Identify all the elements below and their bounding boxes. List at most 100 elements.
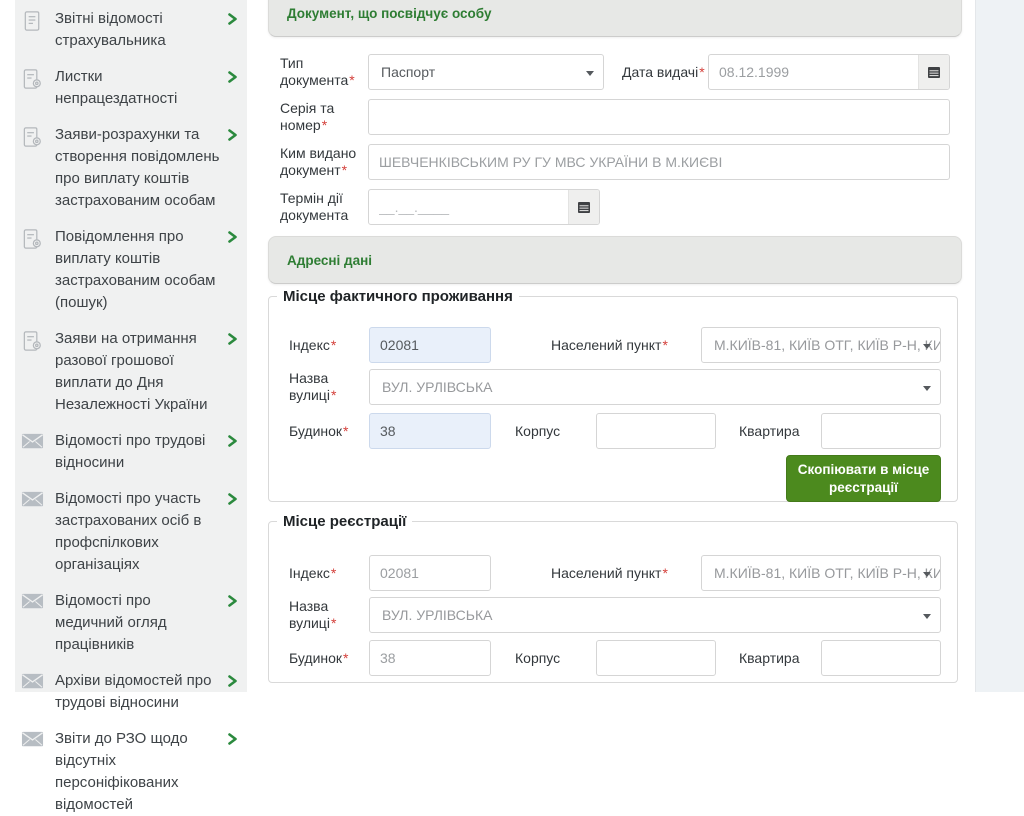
envelope-icon — [21, 431, 44, 455]
required-marker: * — [343, 423, 348, 439]
registration-street-value: ВУЛ. УРЛІВСЬКА — [382, 607, 492, 623]
calendar-icon[interactable] — [918, 55, 949, 89]
issue-date-input[interactable] — [709, 55, 918, 89]
document-gear-icon — [21, 329, 44, 353]
document-gear-icon — [21, 227, 44, 251]
sidebar-item-label: Заяви на отримання разової грошової випл… — [55, 328, 222, 416]
chevron-right-icon — [226, 491, 239, 507]
sidebar-item-rzo-missing-reports[interactable]: Звіти до РЗО щодо відсутніх персоніфіков… — [15, 728, 247, 816]
envelope-icon — [21, 591, 44, 615]
index-label: Індекс* — [289, 337, 369, 354]
chevron-right-icon — [226, 11, 239, 27]
registration-street-select[interactable]: ВУЛ. УРЛІВСЬКА — [369, 597, 941, 633]
residence-settlement-select[interactable]: М.КИЇВ-81, КИЇВ ОТГ, КИЇВ Р-Н, КИЇВ ОБЛ — [701, 327, 941, 363]
required-marker: * — [331, 565, 336, 581]
page-background — [975, 0, 1024, 692]
chevron-right-icon — [226, 127, 239, 143]
main-form: Документ, що посвідчує особу Тип докумен… — [268, 0, 962, 692]
sidebar-item-sick-leaves[interactable]: Листки непрацездатності — [15, 66, 247, 110]
validity-label: Термін дії документа — [280, 190, 368, 224]
calendar-icon[interactable] — [568, 190, 599, 224]
residence-building-input[interactable] — [369, 413, 491, 449]
section-title: Адресні дані — [287, 253, 372, 268]
doc-type-label: Тип документа* — [280, 55, 368, 89]
building-label: Будинок* — [289, 650, 369, 667]
residence-street-value: ВУЛ. УРЛІВСЬКА — [382, 379, 492, 395]
registration-apartment-input[interactable] — [821, 640, 941, 676]
chevron-right-icon — [226, 593, 239, 609]
chevron-right-icon — [226, 69, 239, 85]
block-label: Корпус — [515, 650, 596, 667]
section-header-identity-document: Документ, що посвідчує особу — [268, 0, 962, 37]
section-title: Документ, що посвідчує особу — [287, 6, 491, 21]
apartment-label: Квартира — [739, 423, 821, 440]
block-label: Корпус — [515, 423, 596, 440]
envelope-icon — [21, 729, 44, 753]
chevron-right-icon — [226, 229, 239, 245]
chevron-down-icon — [923, 614, 931, 619]
settlement-label: Населений пункт* — [551, 337, 701, 354]
residence-block-input[interactable] — [596, 413, 716, 449]
residence-legend: Місце фактичного проживання — [277, 288, 519, 305]
sidebar-item-label: Архіви відомостей про трудові відносини — [55, 670, 222, 714]
series-number-label: Серія та номер* — [280, 100, 368, 134]
building-label: Будинок* — [289, 423, 369, 440]
required-marker: * — [331, 387, 336, 403]
chevron-right-icon — [226, 433, 239, 449]
registration-settlement-value: М.КИЇВ-81, КИЇВ ОТГ, КИЇВ Р-Н, КИЇВ ОБЛ — [714, 565, 941, 581]
chevron-down-icon — [923, 344, 931, 349]
residence-street-select[interactable]: ВУЛ. УРЛІВСЬКА — [369, 369, 941, 405]
sidebar-item-label: Звіти до РЗО щодо відсутніх персоніфіков… — [55, 728, 222, 816]
registration-legend: Місце реєстрації — [277, 513, 412, 530]
required-marker: * — [331, 337, 336, 353]
chevron-right-icon — [226, 331, 239, 347]
required-marker: * — [331, 615, 336, 631]
required-marker: * — [343, 650, 348, 666]
registration-settlement-select[interactable]: М.КИЇВ-81, КИЇВ ОТГ, КИЇВ Р-Н, КИЇВ ОБЛ — [701, 555, 941, 591]
issued-by-label: Ким видано документ* — [280, 145, 368, 179]
envelope-icon — [21, 489, 44, 513]
section-header-address-data: Адресні дані — [268, 236, 962, 284]
doc-type-select[interactable]: Паспорт — [368, 54, 604, 90]
registration-building-input[interactable] — [369, 640, 491, 676]
document-gear-icon — [21, 125, 44, 149]
chevron-down-icon — [586, 71, 594, 76]
required-marker: * — [662, 337, 667, 353]
chevron-right-icon — [226, 731, 239, 747]
sidebar-item-payment-applications[interactable]: Заяви-розрахунки та створення повідомлен… — [15, 124, 247, 212]
sidebar-item-labor-relations-info[interactable]: Відомості про трудові відносини — [15, 430, 247, 474]
residence-index-input[interactable] — [369, 327, 491, 363]
doc-type-value: Паспорт — [381, 64, 435, 80]
document-gear-icon — [21, 67, 44, 91]
registration-fieldset: Місце реєстрації Індекс* Населений пункт… — [268, 513, 958, 683]
issued-by-input[interactable] — [368, 144, 950, 180]
validity-input[interactable] — [369, 190, 568, 224]
required-marker: * — [349, 72, 354, 88]
sidebar-item-union-participation-info[interactable]: Відомості про участь застрахованих осіб … — [15, 488, 247, 576]
sidebar-item-label: Відомості про участь застрахованих осіб … — [55, 488, 222, 576]
chevron-down-icon — [923, 572, 931, 577]
sidebar-item-reporting-info[interactable]: Звітні відомості страхувальника — [15, 8, 247, 52]
sidebar-item-independence-day-payment[interactable]: Заяви на отримання разової грошової випл… — [15, 328, 247, 416]
sidebar-item-label: Заяви-розрахунки та створення повідомлен… — [55, 124, 222, 212]
series-number-input[interactable] — [368, 99, 950, 135]
sidebar-item-label: Звітні відомості страхувальника — [55, 8, 222, 52]
sidebar-item-label: Відомості про медичний огляд працівників — [55, 590, 222, 656]
sidebar-item-label: Листки непрацездатності — [55, 66, 222, 110]
chevron-right-icon — [226, 673, 239, 689]
registration-index-input[interactable] — [369, 555, 491, 591]
residence-apartment-input[interactable] — [821, 413, 941, 449]
street-label: Назва вулиці* — [289, 598, 369, 632]
sidebar-menu: Звітні відомості страхувальника Листки н… — [15, 0, 247, 692]
required-marker: * — [699, 64, 704, 80]
sidebar-item-label: Відомості про трудові відносини — [55, 430, 222, 474]
sidebar-item-medical-examination-info[interactable]: Відомості про медичний огляд працівників — [15, 590, 247, 656]
sidebar-item-payment-notifications-search[interactable]: Повідомлення про виплату коштів застрахо… — [15, 226, 247, 314]
sidebar-item-label: Повідомлення про виплату коштів застрахо… — [55, 226, 222, 314]
settlement-label: Населений пункт* — [551, 565, 701, 582]
sidebar-item-labor-relations-archives[interactable]: Архіви відомостей про трудові відносини — [15, 670, 247, 714]
apartment-label: Квартира — [739, 650, 821, 667]
copy-to-registration-button[interactable]: Скопіювати в місце реєстрації — [786, 455, 941, 502]
residence-settlement-value: М.КИЇВ-81, КИЇВ ОТГ, КИЇВ Р-Н, КИЇВ ОБЛ — [714, 337, 941, 353]
registration-block-input[interactable] — [596, 640, 716, 676]
